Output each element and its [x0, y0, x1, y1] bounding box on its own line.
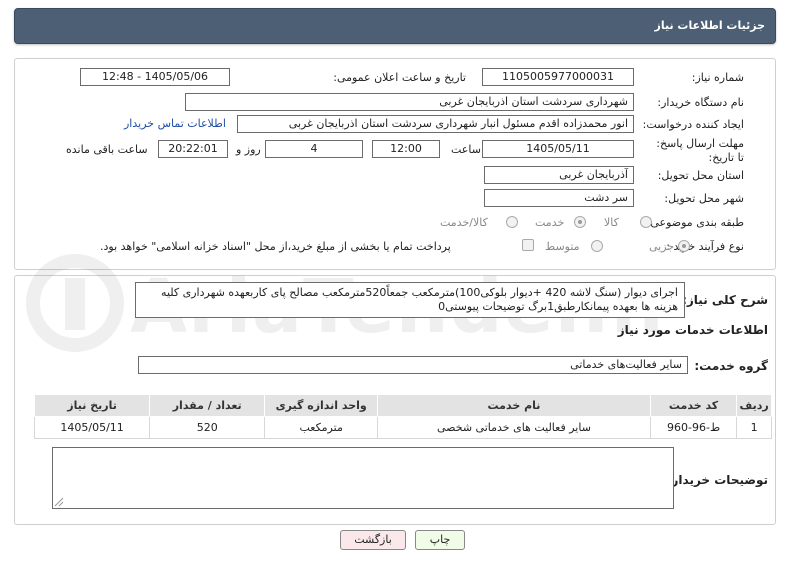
category-option-goods-service: کالا/خدمت	[440, 216, 488, 229]
cell-quantity: 520	[149, 416, 266, 439]
creator-field: انور محمدزاده اقدم مسئول انبار شهرداری س…	[237, 115, 634, 133]
treasury-docs-note: پرداخت تمام یا بخشی از مبلغ خرید،از محل …	[100, 240, 451, 253]
buyer-org-field: شهرداری سردشت استان اذربایجان غربی	[185, 93, 634, 111]
creator-label: ایجاد کننده درخواست:	[642, 118, 744, 131]
category-option-goods: کالا	[604, 216, 619, 229]
purchase-type-option-minor: جزیی	[649, 240, 675, 253]
deadline-time-label: ساعت	[451, 143, 481, 156]
cell-code: ط-96-960	[649, 416, 738, 439]
watermark-icon	[26, 254, 124, 352]
table-row: 1 ط-96-960 سایر فعالیت های خدماتی شخصی م…	[33, 416, 772, 439]
service-group-label: گروه خدمت:	[694, 359, 768, 373]
treasury-docs-checkbox[interactable]	[522, 239, 534, 251]
col-unit: واحد اندازه گیری	[264, 394, 379, 417]
page-title: جزئیات اطلاعات نیاز	[654, 19, 766, 32]
purchase-type-option-medium: متوسط	[545, 240, 580, 253]
col-row: ردیف	[736, 394, 772, 417]
table-header-row: ردیف کد خدمت نام خدمت واحد اندازه گیری ت…	[33, 394, 772, 417]
cell-row: 1	[736, 416, 772, 439]
category-radio-goods-service[interactable]	[506, 216, 518, 228]
cell-unit: مترمکعب	[264, 416, 379, 439]
deadline-date-field: 1405/05/11	[482, 140, 634, 158]
delivery-city-field: سر دشت	[484, 189, 634, 207]
delivery-province-field: آذربایجان غربی	[484, 166, 634, 184]
general-desc-label: شرح کلی نیاز:	[682, 293, 768, 307]
category-radio-goods[interactable]	[640, 216, 652, 228]
remaining-days-field: 4	[265, 140, 363, 158]
cell-need-date: 1405/05/11	[33, 416, 151, 439]
announce-datetime-field: 1405/05/06 - 12:48	[80, 68, 230, 86]
deadline-label: مهلت ارسال پاسخ: تا تاریخ:	[656, 137, 744, 164]
buyer-org-label: نام دستگاه خریدار:	[657, 96, 744, 109]
col-need-date: تاریخ نیاز	[33, 394, 151, 417]
back-button[interactable]: بازگشت	[340, 530, 406, 550]
page-header: جزئیات اطلاعات نیاز	[14, 8, 776, 44]
announce-datetime-label: تاریخ و ساعت اعلان عمومی:	[333, 71, 466, 84]
buyer-notes-textarea[interactable]	[52, 447, 674, 509]
category-option-service: خدمت	[535, 216, 565, 229]
buyer-notes-label: توضیحات خریدار:	[666, 473, 768, 487]
remaining-time-field: 20:22:01	[158, 140, 228, 158]
category-label: طبقه بندی موضوعی:	[646, 216, 744, 229]
need-number-field: 1105005977000031	[482, 68, 634, 86]
services-table: ردیف کد خدمت نام خدمت واحد اندازه گیری ت…	[33, 394, 772, 439]
purchase-type-radio-medium[interactable]	[591, 240, 603, 252]
buyer-contact-link[interactable]: اطلاعات تماس خریدار	[124, 117, 226, 130]
cell-name: سایر فعالیت های خدماتی شخصی	[377, 416, 651, 439]
col-quantity: تعداد / مقدار	[149, 394, 266, 417]
print-button[interactable]: چاپ	[415, 530, 465, 550]
delivery-city-label: شهر محل تحویل:	[664, 192, 744, 205]
col-code: کد خدمت	[649, 394, 738, 417]
need-number-label: شماره نیاز:	[691, 71, 744, 84]
purchase-type-radio-minor[interactable]	[678, 240, 690, 252]
category-radio-service[interactable]	[574, 216, 586, 228]
delivery-province-label: استان محل تحویل:	[657, 169, 744, 182]
service-group-field: سایر فعالیت‌های خدماتی	[138, 356, 688, 374]
remaining-days-label: روز و	[236, 143, 261, 156]
general-desc-field: اجرای دیوار (سنگ لاشه 420 +دیوار بلوکی10…	[135, 282, 685, 318]
deadline-time-field: 12:00	[372, 140, 440, 158]
remaining-time-label: ساعت باقی مانده	[66, 143, 148, 156]
col-name: نام خدمت	[377, 394, 651, 417]
services-section-title: اطلاعات خدمات مورد نیاز	[617, 323, 768, 337]
resize-grip-icon[interactable]	[54, 497, 64, 507]
